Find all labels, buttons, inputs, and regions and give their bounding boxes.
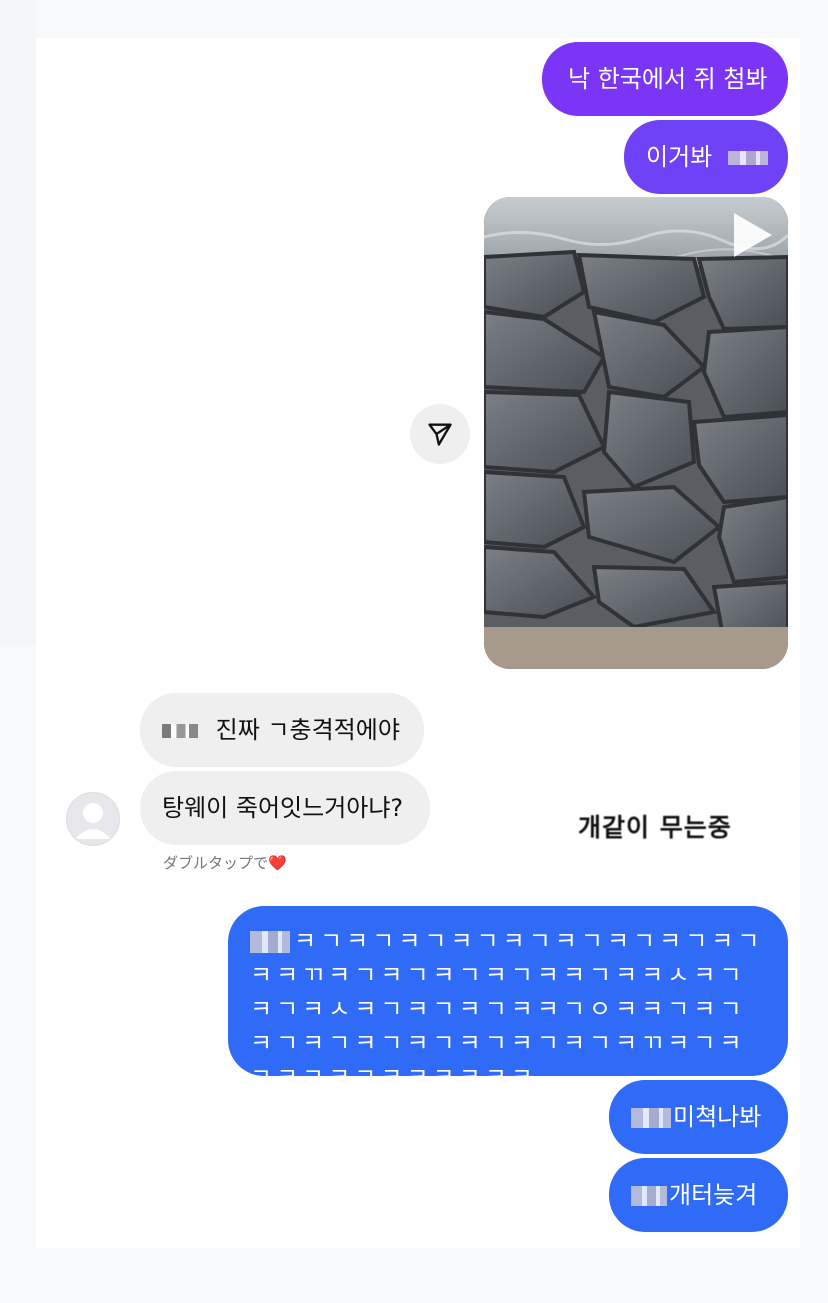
message-text: 미쳑나봐 — [673, 1103, 762, 1131]
video-message[interactable] — [484, 197, 788, 669]
message-bubble-outgoing[interactable]: ㅋㄱㅋㄱㅋㄱㅋㄱㅋㄱㅋㄱㅋㄱㅋㄱㅋㄱㅋㅋㄲㅋㄱㅋㄱㅋㄱㅋㄱㅋㅋㄱㅋㅋㅅㅋㄱㅋㄱㅋ… — [228, 906, 788, 1091]
censored-mosaic — [250, 931, 290, 953]
share-button[interactable] — [410, 404, 470, 464]
double-tap-text: ダブルタップで — [163, 854, 269, 872]
message-text: 탕웨이 죽어잇느거아냐? — [162, 794, 404, 822]
left-margin-tint — [0, 0, 36, 645]
overlay-caption: 개같이 무는중 — [578, 813, 732, 842]
message-text: ㅋㄱㅋㄱㅋㄱㅋㄱㅋㄱㅋㄱㅋㄱㅋㄱㅋㄱㅋㅋㄲㅋㄱㅋㄱㅋㄱㅋㄱㅋㅋㄱㅋㅋㅅㅋㄱㅋㄱㅋ… — [250, 927, 764, 1091]
message-bubble-incoming[interactable]: 진짜 ㄱ충격적에야 — [140, 693, 424, 767]
play-icon[interactable] — [734, 213, 772, 257]
rocks-photo — [484, 197, 788, 669]
heart-icon: ❤️ — [268, 854, 287, 872]
default-avatar-icon — [75, 803, 111, 839]
message-bubble-incoming[interactable]: 탕웨이 죽어잇느거아냐? — [140, 771, 430, 845]
paper-plane-icon — [428, 423, 452, 446]
censored-mosaic — [631, 1108, 671, 1128]
censored-mosaic — [727, 151, 768, 165]
double-tap-hint: ダブルタップで❤️ — [163, 852, 287, 873]
message-text: 진짜 ㄱ충격적에야 — [215, 716, 400, 744]
message-bubble-outgoing[interactable]: 미쳑나봐 — [609, 1080, 788, 1154]
avatar[interactable] — [66, 792, 120, 846]
message-bubble-outgoing[interactable]: 개터늦겨 — [609, 1158, 788, 1232]
censored-mosaic — [631, 1186, 667, 1206]
message-bubble-outgoing[interactable]: 낙 한국에서 쥐 첨봐 — [542, 42, 788, 116]
message-bubble-outgoing[interactable]: 이거봐 — [624, 120, 788, 194]
message-text: 낙 한국에서 쥐 첨봐 — [568, 65, 768, 93]
message-text: 이거봐 — [646, 143, 713, 171]
message-text: 개터늦겨 — [669, 1181, 758, 1209]
censored-mosaic — [162, 724, 198, 738]
